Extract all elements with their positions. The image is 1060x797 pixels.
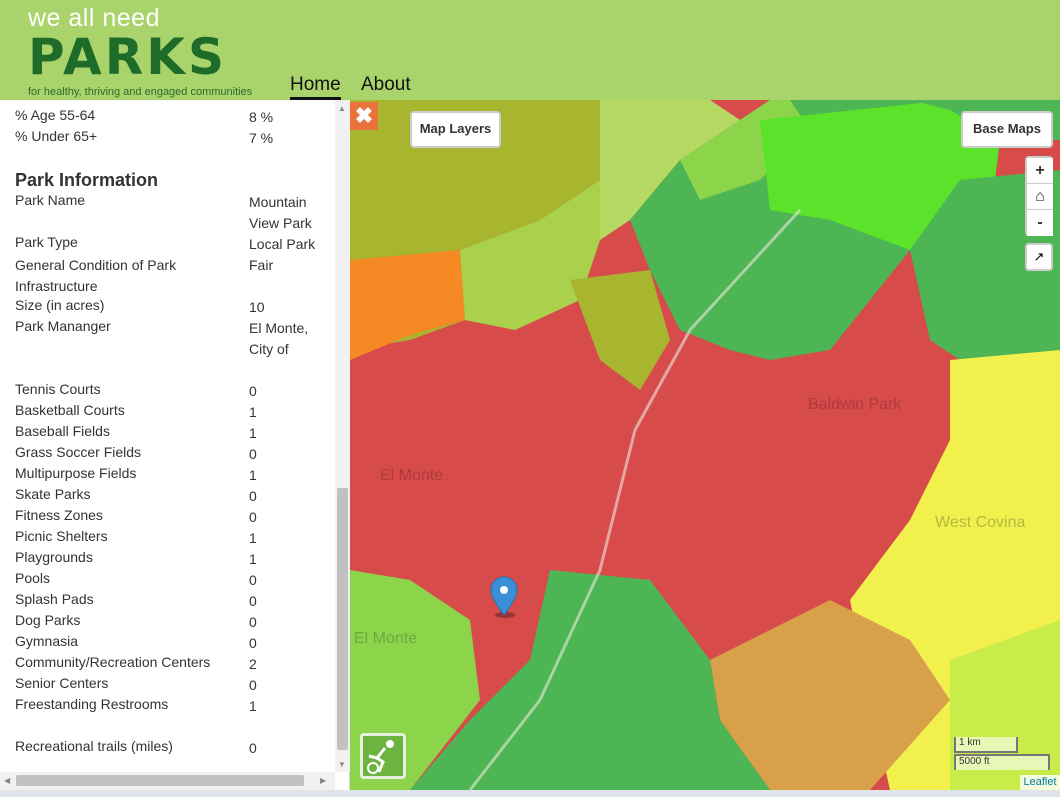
vertical-scrollbar[interactable]: ▲ ▼ <box>335 100 350 772</box>
amenity-value: 1 <box>249 467 257 483</box>
amenity-label: Community/Recreation Centers <box>15 654 211 670</box>
park-info-panel: % Age 55-64 8 % % Under 65+ 7 % Park Inf… <box>0 100 350 790</box>
amenity-label: Fitness Zones <box>15 507 103 523</box>
row-label: % Under 65+ <box>15 128 98 144</box>
close-panel-button[interactable]: ✖ <box>350 102 378 130</box>
amenity-label: Basketball Courts <box>15 402 125 418</box>
amenity-label: Playgrounds <box>15 549 93 565</box>
place-label: Baldwin Park <box>808 396 902 413</box>
amenity-value: 0 <box>249 677 257 693</box>
amenity-label: Splash Pads <box>15 591 94 607</box>
place-label: El Monte <box>354 630 418 647</box>
zoom-in-button[interactable]: + <box>1027 158 1053 184</box>
row-label: Park Name <box>15 192 86 208</box>
amenity-value: 0 <box>249 509 257 525</box>
row-value: 0 <box>249 740 257 756</box>
row-value: El Monte, City of <box>249 320 309 357</box>
attribution-link[interactable]: Leaflet <box>1020 775 1060 790</box>
home-icon: ⌂ <box>1035 188 1045 205</box>
scale-bar-km: 1 km <box>954 737 1018 753</box>
scroll-right-icon[interactable]: ▶ <box>320 776 326 785</box>
row-value: Fair <box>249 257 274 273</box>
close-icon: ✖ <box>354 103 374 128</box>
map-layers-button[interactable]: Map Layers <box>410 111 501 148</box>
amenity-value: 0 <box>249 488 257 504</box>
app-header: we all need PARKS for healthy, thriving … <box>0 0 1060 101</box>
amenity-value: 0 <box>249 593 257 609</box>
amenity-value: 1 <box>249 404 257 420</box>
amenity-value: 0 <box>249 614 257 630</box>
home-button[interactable]: ⌂ <box>1027 184 1053 210</box>
amenity-value: 1 <box>249 425 257 441</box>
amenity-label: Grass Soccer Fields <box>15 444 142 460</box>
amenity-value: 0 <box>249 635 257 651</box>
row-value: 10 <box>249 299 265 315</box>
row-label: % Age 55-64 <box>15 107 96 123</box>
map-canvas[interactable] <box>350 100 1060 790</box>
zoom-controls: + ⌂ - <box>1025 156 1053 236</box>
scrollbar-thumb[interactable] <box>337 488 348 750</box>
nav-about[interactable]: About <box>361 74 411 96</box>
share-icon: ↗ <box>1033 249 1045 264</box>
row-value: Mountain View Park <box>249 194 312 231</box>
nav-home[interactable]: Home <box>290 74 341 101</box>
row-value: 8 % <box>249 109 274 125</box>
amenity-value: 0 <box>249 572 257 588</box>
amenity-value: 0 <box>249 446 257 462</box>
sports-icon <box>367 740 394 774</box>
amenity-value: 0 <box>249 383 257 399</box>
place-label: El Monte <box>380 467 444 484</box>
scrollbar-thumb[interactable] <box>16 775 304 786</box>
share-button[interactable]: ↗ <box>1025 243 1053 271</box>
row-value: 7 % <box>249 130 274 146</box>
section-title: Park Information <box>15 170 159 190</box>
amenity-value: 1 <box>249 698 257 714</box>
row-label: Park Type <box>15 234 78 250</box>
zoom-out-button[interactable]: - <box>1027 210 1053 236</box>
row-label: General Condition of Park Infrastructure <box>15 257 177 294</box>
amenity-label: Baseball Fields <box>15 423 110 439</box>
row-label: Recreational trails (miles) <box>15 738 173 754</box>
amenity-label: Skate Parks <box>15 486 91 502</box>
amenity-value: 1 <box>249 530 257 546</box>
place-label: West Covina <box>935 514 1026 531</box>
amenity-label: Gymnasia <box>15 633 79 649</box>
amenity-label: Tennis Courts <box>15 381 101 397</box>
window-bottom-edge <box>0 790 1060 797</box>
sports-filter-button[interactable] <box>360 733 406 779</box>
amenity-value: 1 <box>249 551 257 567</box>
amenity-value: 2 <box>249 656 257 672</box>
amenity-label: Senior Centers <box>15 675 109 691</box>
scroll-up-icon[interactable]: ▲ <box>338 104 346 113</box>
row-label: Size (in acres) <box>15 297 105 313</box>
row-label: Park Mananger <box>15 318 111 334</box>
amenity-label: Picnic Shelters <box>15 528 108 544</box>
map-view[interactable]: El Monte Baldwin Park West Covina El Mon… <box>350 100 1060 790</box>
base-maps-button[interactable]: Base Maps <box>961 111 1053 148</box>
logo-subtitle: for healthy, thriving and engaged commun… <box>28 86 253 98</box>
scroll-down-icon[interactable]: ▼ <box>338 760 346 769</box>
amenity-label: Freestanding Restrooms <box>15 696 169 712</box>
row-value: Local Park <box>249 236 316 252</box>
scroll-left-icon[interactable]: ◀ <box>4 776 10 785</box>
amenity-label: Dog Parks <box>15 612 81 628</box>
map-marker-icon[interactable] <box>489 575 519 620</box>
amenity-label: Pools <box>15 570 51 586</box>
scale-bar-ft: 5000 ft <box>954 754 1050 770</box>
logo-wordmark[interactable]: PARKS <box>28 32 227 82</box>
amenity-label: Multipurpose Fields <box>15 465 137 481</box>
horizontal-scrollbar[interactable]: ◀ ▶ <box>0 772 335 790</box>
